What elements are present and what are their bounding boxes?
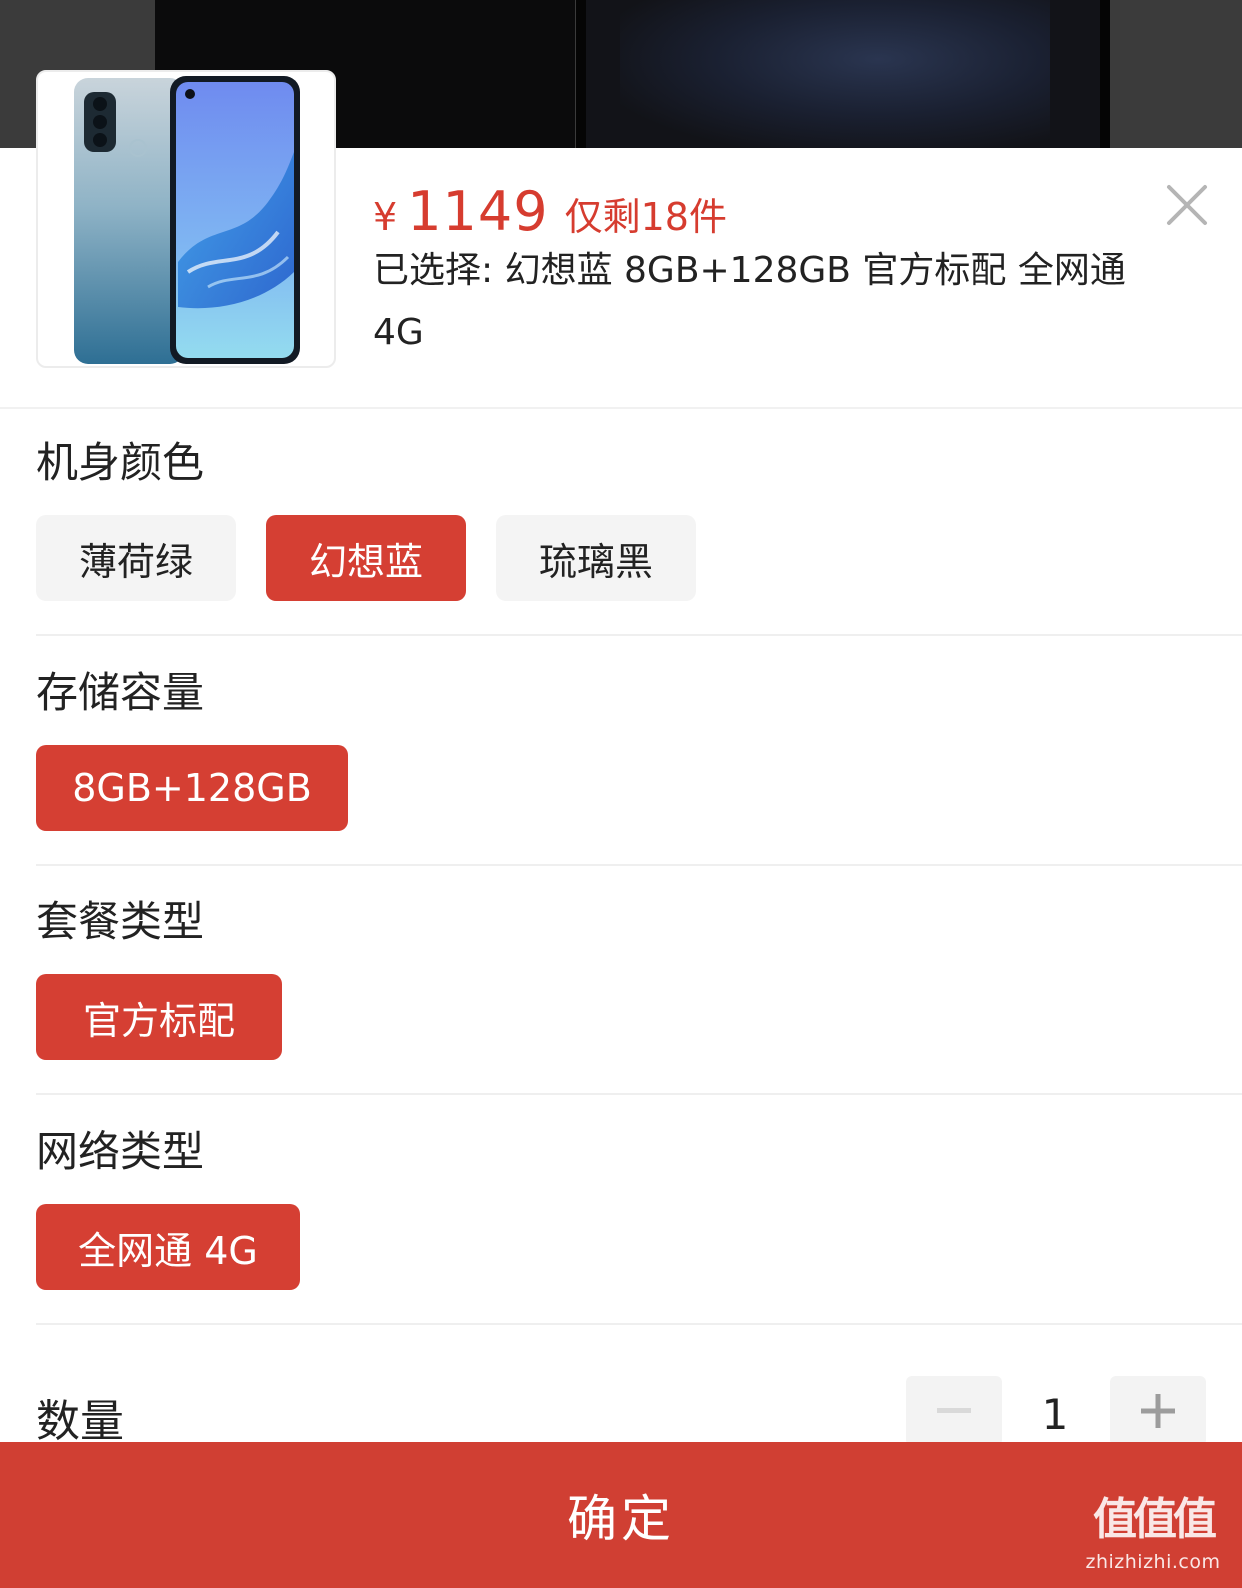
group-divider (36, 864, 1242, 866)
backdrop-screen-art (620, 0, 1050, 148)
product-price: 1149 (407, 180, 549, 243)
storage-group-title: 存储容量 (36, 668, 205, 717)
phone-product-image (74, 76, 300, 364)
currency-symbol: ¥ (373, 195, 398, 239)
color-group: 机身颜色 薄荷绿 幻想蓝 琉璃黑 (36, 433, 1242, 601)
color-options: 薄荷绿 幻想蓝 琉璃黑 (36, 515, 1242, 601)
color-group-title: 机身颜色 (36, 438, 205, 487)
package-group-title: 套餐类型 (36, 897, 205, 946)
storage-group: 存储容量 8GB+128GB (36, 663, 1242, 831)
network-options: 全网通 4G (36, 1204, 1242, 1290)
product-thumbnail (36, 70, 336, 368)
package-options: 官方标配 (36, 974, 1242, 1060)
network-group: 网络类型 全网通 4G (36, 1122, 1242, 1290)
package-group: 套餐类型 官方标配 (36, 892, 1242, 1060)
selected-summary: 已选择: 幻想蓝 8GB+128GB 官方标配 全网通 4G (373, 250, 1126, 353)
minus-icon (937, 1408, 971, 1413)
group-divider (36, 1093, 1242, 1095)
storage-option-8gb-128gb[interactable]: 8GB+128GB (36, 745, 348, 831)
group-divider (36, 634, 1242, 636)
color-option-glaze-black[interactable]: 琉璃黑 (496, 515, 696, 601)
close-button[interactable] (1165, 183, 1209, 227)
storage-options: 8GB+128GB (36, 745, 1242, 831)
network-option-all-network-4g[interactable]: 全网通 4G (36, 1204, 300, 1290)
header-divider (0, 407, 1242, 409)
plus-icon (1141, 1394, 1175, 1428)
color-option-fantasy-blue[interactable]: 幻想蓝 (266, 515, 466, 601)
price-row: ¥ 1149 仅剩18件 (373, 180, 727, 243)
network-group-title: 网络类型 (36, 1127, 205, 1176)
close-icon (1167, 185, 1207, 225)
stock-remaining: 仅剩18件 (564, 195, 727, 239)
quantity-decrease-button[interactable] (906, 1376, 1002, 1446)
color-option-mint-green[interactable]: 薄荷绿 (36, 515, 236, 601)
package-option-official-standard[interactable]: 官方标配 (36, 974, 282, 1060)
quantity-increase-button[interactable] (1110, 1376, 1206, 1446)
quantity-label: 数量 (36, 1396, 124, 1447)
quantity-value[interactable]: 1 (1005, 1390, 1105, 1439)
group-divider (36, 1323, 1242, 1325)
confirm-button[interactable]: 确定 (0, 1442, 1242, 1588)
